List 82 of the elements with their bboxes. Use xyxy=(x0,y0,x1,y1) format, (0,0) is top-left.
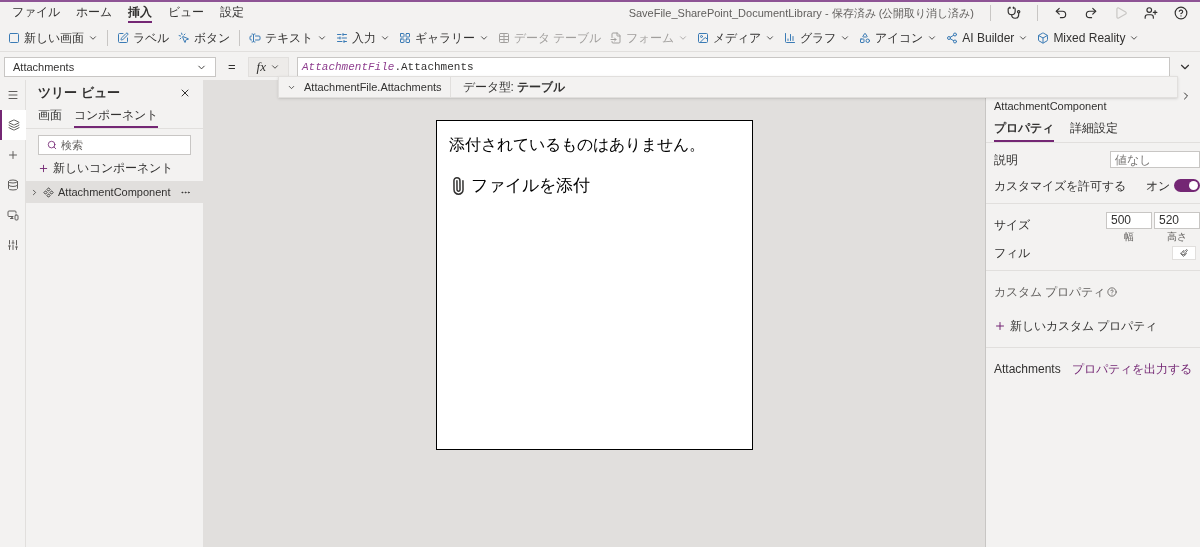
formula-input[interactable]: AttachmentFile.Attachments xyxy=(297,57,1170,77)
tree-tab[interactable]: 画面 xyxy=(38,106,62,128)
toolbar-button[interactable]: 入力 xyxy=(336,28,390,47)
nodes-icon xyxy=(946,31,959,44)
data-type-label: データ型: テーブル xyxy=(461,79,567,96)
bar-chart-icon xyxy=(784,31,797,44)
field-caption: 高さ xyxy=(1167,229,1187,244)
layers-icon xyxy=(7,119,20,131)
plus-icon xyxy=(6,149,19,161)
component-icon xyxy=(43,186,54,198)
empty-message: 添付されているものはありません。 xyxy=(449,135,706,155)
image-icon xyxy=(697,31,710,44)
toolbar-button[interactable]: ボタン xyxy=(178,28,230,47)
menu-tab[interactable]: 設定 xyxy=(220,3,244,23)
search-icon xyxy=(47,140,57,150)
toggle-label: オン xyxy=(1146,177,1170,195)
menu-tab[interactable]: ビュー xyxy=(168,3,204,23)
redo-icon[interactable] xyxy=(1084,6,1098,20)
rail-button[interactable] xyxy=(0,110,26,140)
new-custom-property-button[interactable]: 新しいカスタム プロパティ xyxy=(986,316,1200,348)
fill-picker[interactable] xyxy=(1172,245,1196,260)
tree-tab[interactable]: コンポーネント xyxy=(74,106,158,128)
toolbar-button[interactable]: AI Builder xyxy=(946,28,1029,47)
field-caption: 幅 xyxy=(1124,229,1134,244)
toolbar-button[interactable]: ラベル xyxy=(117,28,169,47)
app-title: SaveFile_SharePoint_DocumentLibrary - 保存済み (公開取り消し済み) xyxy=(628,5,974,21)
toolbar-button[interactable]: アイコン xyxy=(859,28,938,47)
menu-tab[interactable]: ホーム xyxy=(76,3,112,23)
field-label: カスタマイズを許可する xyxy=(994,177,1126,195)
caret-icon[interactable] xyxy=(30,187,39,197)
screen-icon xyxy=(8,31,20,44)
grid-icon xyxy=(399,31,411,44)
attach-label[interactable]: ファイルを添付 xyxy=(471,173,590,199)
toolbar-button[interactable]: メディア xyxy=(697,28,776,47)
field-label: サイズ xyxy=(994,216,1030,234)
form-icon xyxy=(610,31,623,44)
toolbar-button[interactable]: グラフ xyxy=(784,28,851,47)
equals-sign: = xyxy=(227,58,237,77)
tree-item[interactable]: AttachmentComponent xyxy=(26,181,203,203)
undo-icon[interactable] xyxy=(1054,6,1068,20)
fx-button[interactable]: fx xyxy=(247,57,289,77)
pen-icon xyxy=(117,31,129,44)
devices-icon xyxy=(6,209,19,221)
property-name: Attachments xyxy=(994,360,1061,378)
new-component-button[interactable]: 新しいコンポーネント xyxy=(38,159,191,177)
menu-tab[interactable]: 挿入 xyxy=(128,3,152,23)
search-field[interactable]: 検索 xyxy=(38,135,191,155)
height-field[interactable]: 520 xyxy=(1154,211,1200,229)
properties-tab[interactable]: プロパティ xyxy=(994,118,1054,142)
stethoscope-icon[interactable] xyxy=(1007,6,1021,20)
database-icon xyxy=(6,179,19,191)
table-icon xyxy=(498,31,510,44)
panel-title: ツリー ビュー xyxy=(38,84,120,103)
suggestion-name[interactable]: AttachmentFile.Attachments xyxy=(304,78,442,96)
menu-tab[interactable]: ファイル xyxy=(12,3,60,23)
description-field[interactable]: 値なし xyxy=(1110,151,1200,168)
section-header: カスタム プロパティ xyxy=(994,283,1106,301)
plus-icon xyxy=(38,162,49,174)
toolbar-button[interactable]: Mixed Reality xyxy=(1037,28,1140,47)
shapes-icon xyxy=(859,31,872,44)
menu-icon xyxy=(6,89,19,101)
plus-icon xyxy=(994,319,1006,332)
help-icon[interactable] xyxy=(1174,6,1188,20)
toolbar-button[interactable]: 新しい画面 xyxy=(8,28,98,47)
text-input-icon xyxy=(249,31,261,44)
width-field[interactable]: 500 xyxy=(1106,211,1152,229)
tools-icon xyxy=(6,239,19,251)
component-name: AttachmentComponent xyxy=(994,99,1107,114)
property-dropdown[interactable]: Attachments xyxy=(4,57,216,77)
properties-tab[interactable]: 詳細設定 xyxy=(1070,118,1118,142)
cube-icon xyxy=(1037,31,1050,44)
toolbar-button[interactable]: テキスト xyxy=(249,28,327,47)
pointer-icon xyxy=(178,31,190,44)
field-label: 説明 xyxy=(994,151,1018,169)
toggle-switch[interactable] xyxy=(1174,179,1200,192)
user-plus-icon[interactable] xyxy=(1144,6,1158,20)
sliders-icon xyxy=(336,31,348,44)
property-kind[interactable]: プロパティを出力する xyxy=(1072,359,1192,378)
field-label: フィル xyxy=(994,244,1030,262)
toolbar-button[interactable]: ギャラリー xyxy=(399,28,489,47)
paint-icon xyxy=(1180,248,1188,257)
close-icon[interactable] xyxy=(179,87,191,99)
